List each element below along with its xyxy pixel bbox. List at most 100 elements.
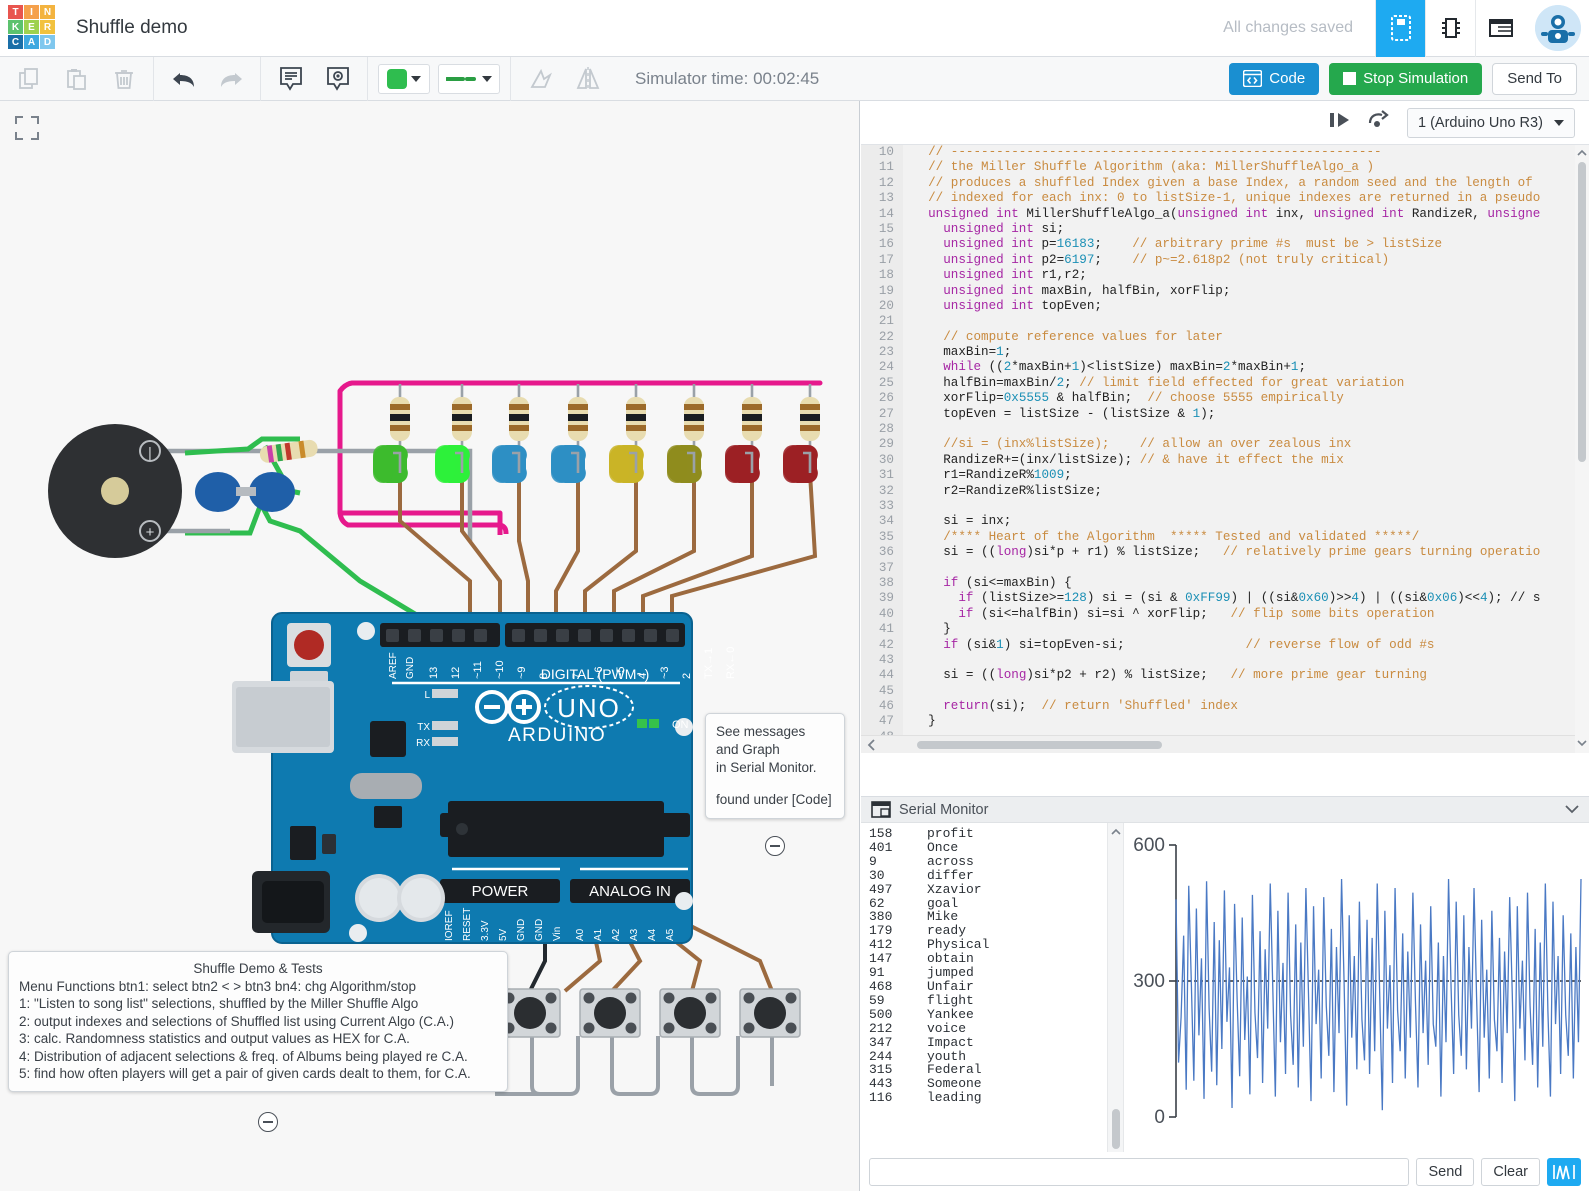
- serial-log-word: across: [927, 853, 974, 869]
- note-button[interactable]: [267, 57, 314, 101]
- push-button[interactable]: [659, 988, 721, 1038]
- board-name-label: UNO: [557, 693, 621, 723]
- code-line-text: si = ((long)si*p + r1) % listSize; // re…: [913, 545, 1541, 560]
- breadboard-view-button[interactable]: [1375, 0, 1425, 57]
- serial-log-number: 412: [869, 937, 893, 953]
- code-line: 35 /**** Heart of the Algorithm ***** Te…: [861, 529, 1589, 546]
- code-line-number: 30: [861, 452, 903, 469]
- serial-log-number: 91: [869, 965, 885, 981]
- logo-letter: K: [8, 20, 23, 34]
- copy-button[interactable]: [6, 57, 53, 101]
- avatar[interactable]: [1535, 5, 1581, 51]
- serial-log-word: profit: [927, 826, 974, 841]
- led: [551, 444, 586, 484]
- code-editor[interactable]: 10 // ----------------------------------…: [861, 145, 1589, 753]
- board-pin-label: 2: [681, 673, 693, 679]
- schematic-view-icon: [1441, 18, 1460, 38]
- serial-log-number: 315: [869, 1062, 893, 1078]
- h-scroll-thumb[interactable]: [917, 740, 1162, 749]
- code-line-number: 44: [861, 668, 903, 684]
- scroll-up-icon: [1577, 149, 1587, 156]
- serial-log-number: 116: [869, 1090, 893, 1106]
- note-a-collapse-handle[interactable]: [765, 836, 785, 856]
- code-line-number: 21: [861, 314, 903, 330]
- scroll-up-icon: [1110, 828, 1121, 835]
- serial-log[interactable]: 158 profit 401 Once 9 across 30 differ 497 Xzavio…: [861, 823, 1107, 1153]
- board-label: TX: [417, 722, 430, 733]
- code-line-text: unsigned int p=16183; // arbitrary prime…: [913, 237, 1443, 252]
- code-line-text: }: [913, 714, 936, 729]
- code-line: 34 si = inx;: [861, 514, 1589, 530]
- serial-graph: 0 300 600: [1123, 823, 1589, 1153]
- send-to-button[interactable]: Send To: [1492, 62, 1577, 95]
- code-line-text: if (listSize>=128) si = (si & 0xFF99) | …: [913, 591, 1541, 606]
- mirror-button[interactable]: [564, 57, 611, 101]
- serial-scroll-thumb[interactable]: [1111, 1109, 1120, 1149]
- board-pin-label: GND: [516, 919, 527, 941]
- code-line-number: 38: [861, 575, 903, 592]
- board-pin-label: A1: [593, 928, 604, 941]
- logo-letter: E: [24, 20, 39, 34]
- board-pin-label: A5: [665, 928, 676, 941]
- wire-style-picker[interactable]: [438, 63, 500, 94]
- rotate-button[interactable]: [517, 57, 564, 101]
- annotation-button[interactable]: [314, 57, 361, 101]
- serial-log-row: 497 Xzavior: [869, 882, 1107, 897]
- push-button[interactable]: [499, 988, 561, 1038]
- code-horizontal-scrollbar[interactable]: [861, 735, 1589, 753]
- board-selector-label: 1 (Arduino Uno R3): [1418, 114, 1543, 131]
- code-line: 30 RandizeR+=(inx/listSize); // & have i…: [861, 452, 1589, 469]
- code-line-number: 41: [861, 622, 903, 638]
- note-shuffle-demo[interactable]: Shuffle Demo & Tests Menu Functions btn1…: [8, 951, 508, 1092]
- serial-clear-button[interactable]: Clear: [1481, 1157, 1540, 1186]
- resistor: [509, 397, 529, 441]
- serial-log-row: 401 Once: [869, 841, 1107, 855]
- serial-monitor-header[interactable]: Serial Monitor: [861, 797, 1589, 823]
- delete-button[interactable]: [100, 57, 147, 101]
- scroll-left-icon: [867, 738, 875, 751]
- serial-collapse-button[interactable]: [1565, 801, 1579, 819]
- code-line: 26 xorFlip=0x5555 & halfBin; // choose 5…: [861, 391, 1589, 407]
- serial-graph-toggle-button[interactable]: [1547, 1157, 1581, 1186]
- components-list-button[interactable]: [1475, 0, 1525, 57]
- serial-log-number: 212: [869, 1020, 893, 1036]
- note-b-line-5: 5: find how often players will get a pai…: [19, 1066, 471, 1081]
- code-line: 23 maxBin=1;: [861, 345, 1589, 361]
- note-serial-monitor[interactable]: See messages and Graph in Serial Monitor…: [705, 713, 845, 819]
- board-label: ON: [672, 719, 689, 731]
- step-over-button[interactable]: [1327, 110, 1353, 135]
- note-a-line-4: found under [Code]: [716, 792, 832, 807]
- code-line-number: 23: [861, 345, 903, 361]
- chevron-down-icon: [1565, 804, 1579, 813]
- debug-button[interactable]: [1367, 110, 1393, 135]
- redo-button[interactable]: [207, 57, 254, 101]
- wire-color-picker[interactable]: [378, 63, 430, 94]
- serial-log-row: 347 Impact: [869, 1035, 1107, 1050]
- code-button-label: Code: [1269, 70, 1306, 87]
- graph-y-tick-label: 300: [1133, 971, 1165, 992]
- tinkercad-logo[interactable]: TIN KER CAD: [8, 5, 56, 51]
- code-line: 27 topEven = listSize - (listSize & 1);: [861, 406, 1589, 423]
- serial-send-button[interactable]: Send: [1416, 1157, 1475, 1186]
- undo-button[interactable]: [160, 57, 207, 101]
- board-pin-label: TX→1: [703, 648, 715, 679]
- board-selector[interactable]: 1 (Arduino Uno R3): [1407, 107, 1575, 138]
- stop-simulation-button[interactable]: Stop Simulation: [1329, 62, 1483, 95]
- note-b-collapse-handle[interactable]: [258, 1112, 278, 1132]
- push-button[interactable]: [579, 988, 641, 1038]
- serial-log-scrollbar[interactable]: [1107, 823, 1123, 1153]
- push-button[interactable]: [739, 988, 801, 1038]
- v-scroll-thumb[interactable]: [1578, 162, 1586, 462]
- schematic-view-button[interactable]: [1425, 0, 1475, 57]
- serial-send-input[interactable]: [869, 1157, 1410, 1186]
- document-title[interactable]: Shuffle demo: [76, 17, 188, 39]
- paste-button[interactable]: [53, 57, 100, 101]
- serial-log-row: 59 flight: [869, 993, 1107, 1008]
- code-button[interactable]: Code: [1229, 62, 1320, 95]
- code-vertical-scrollbar[interactable]: [1575, 145, 1589, 753]
- circuit-workplane[interactable]: | + AREF GND 13 12 ~11 ~10 ~9 8 7 ~6 ~5 …: [0, 101, 860, 1191]
- code-panel-toolbar: 1 (Arduino Uno R3): [861, 101, 1589, 145]
- code-line: 41 }: [861, 622, 1589, 638]
- serial-log-row: 116 leading: [869, 1091, 1107, 1105]
- code-line: 15 unsigned int si;: [861, 221, 1589, 238]
